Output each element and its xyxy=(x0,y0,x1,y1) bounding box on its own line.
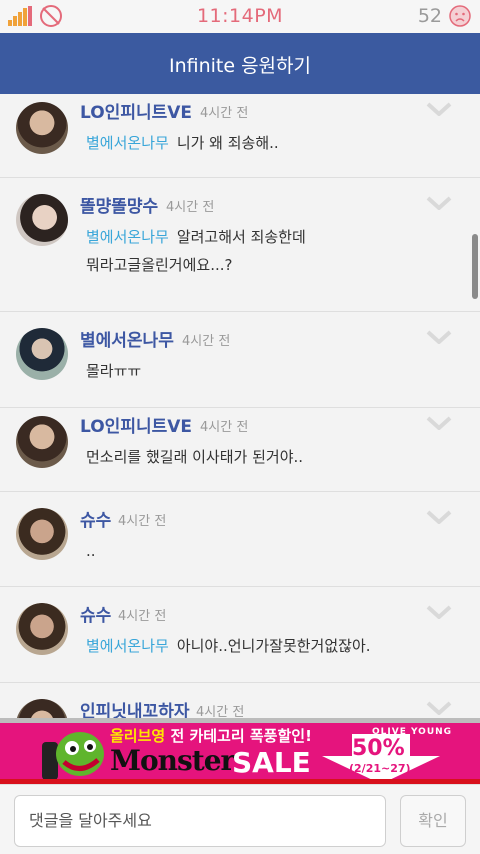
ad-sale-text: SALE xyxy=(232,746,311,779)
avatar[interactable] xyxy=(16,603,68,655)
avatar[interactable] xyxy=(16,102,68,154)
ad-divider xyxy=(0,718,480,723)
comment-text: 별에서온나무 니가 왜 죄송해.. xyxy=(86,134,279,152)
reply-to-user[interactable]: 별에서온나무 xyxy=(86,228,169,246)
chevron-down-icon[interactable] xyxy=(426,196,452,210)
avatar[interactable] xyxy=(16,194,68,246)
comment-text: 별에서온나무 알려고해서 죄송한데 xyxy=(86,228,306,246)
comment-username[interactable]: 슈수 xyxy=(80,601,111,626)
scrollbar[interactable] xyxy=(472,234,478,299)
app-header: Infinite 응원하기 xyxy=(0,33,480,94)
reply-to-user[interactable]: 별에서온나무 xyxy=(86,637,169,655)
comment-input[interactable]: 댓글을 달아주세요 xyxy=(14,795,386,847)
comment-text: 별에서온나무 아니야..언니가잘못한거없잖아. xyxy=(86,637,371,655)
comment-text: 먼소리를 했길래 이사태가 된거야.. xyxy=(86,448,304,466)
avatar[interactable] xyxy=(16,328,68,380)
comment-username[interactable]: 별에서온나무 xyxy=(80,326,174,351)
comment-item[interactable]: LO인피니트VE 4시간 전 별에서온나무 니가 왜 죄송해.. xyxy=(0,94,480,178)
comment-input-bar: 댓글을 달아주세요 확인 xyxy=(0,784,480,854)
comment-time: 4시간 전 xyxy=(196,705,245,718)
battery-face-icon xyxy=(449,5,471,27)
comment-username[interactable]: LO인피니트VE xyxy=(80,412,192,437)
ad-dates: (2/21~27) xyxy=(349,762,411,775)
chevron-down-icon[interactable] xyxy=(426,416,452,430)
comment-time: 4시간 전 xyxy=(200,106,249,121)
comment-item[interactable]: 인피닛내꼬하자 4시간 전 xyxy=(0,683,480,718)
chevron-down-icon[interactable] xyxy=(426,102,452,116)
ad-discount: 50% xyxy=(352,736,405,761)
comment-time: 4시간 전 xyxy=(166,200,215,215)
comment-username[interactable]: 똘먕똘먕수 xyxy=(80,192,158,217)
chevron-down-icon[interactable] xyxy=(426,701,452,715)
ad-headline: 올리브영 전 카테고리 폭풍할인! xyxy=(110,727,312,745)
status-bar: 11:14PM 52 xyxy=(0,0,480,33)
avatar[interactable] xyxy=(16,699,68,718)
comment-username[interactable]: 슈수 xyxy=(80,506,111,531)
battery-level: 52 xyxy=(417,5,442,27)
confirm-button[interactable]: 확인 xyxy=(400,795,466,847)
comment-username[interactable]: LO인피니트VE xyxy=(80,98,192,123)
reply-to-user[interactable]: 별에서온나무 xyxy=(86,134,169,152)
comment-text-line2: 뭐라고글올린거에요...? xyxy=(86,256,233,274)
ad-banner[interactable]: 올리브영 전 카테고리 폭풍할인! Monster SALE OLIVE YOU… xyxy=(0,718,480,784)
comment-item[interactable]: 슈수 4시간 전 별에서온나무 아니야..언니가잘못한거없잖아. xyxy=(0,587,480,683)
comment-item[interactable]: 별에서온나무 4시간 전 몰라ㅠㅠ xyxy=(0,312,480,408)
clock: 11:14PM xyxy=(196,5,284,27)
comment-time: 4시간 전 xyxy=(182,334,231,349)
avatar[interactable] xyxy=(16,508,68,560)
comment-time: 4시간 전 xyxy=(200,420,249,435)
monster-character-icon xyxy=(42,732,104,780)
comment-item[interactable]: LO인피니트VE 4시간 전 먼소리를 했길래 이사태가 된거야.. xyxy=(0,408,480,492)
comment-text: 몰라ㅠㅠ xyxy=(86,362,142,380)
chevron-down-icon[interactable] xyxy=(426,510,452,524)
chevron-down-icon[interactable] xyxy=(426,605,452,619)
comment-time: 4시간 전 xyxy=(118,514,167,529)
page-title: Infinite 응원하기 xyxy=(168,55,312,77)
chevron-down-icon[interactable] xyxy=(426,330,452,344)
comment-username[interactable]: 인피닛내꼬하자 xyxy=(80,697,189,718)
comment-list[interactable]: LO인피니트VE 4시간 전 별에서온나무 니가 왜 죄송해.. 똘먕똘먕수 4시… xyxy=(0,94,480,718)
ad-monster-text: Monster xyxy=(110,744,235,777)
comment-time: 4시간 전 xyxy=(118,609,167,624)
comment-text: .. xyxy=(86,542,96,560)
avatar[interactable] xyxy=(16,416,68,468)
comment-item[interactable]: 똘먕똘먕수 4시간 전 별에서온나무 알려고해서 죄송한데 뭐라고글올린거에요..… xyxy=(0,178,480,312)
comment-item[interactable]: 슈수 4시간 전 .. xyxy=(0,492,480,587)
